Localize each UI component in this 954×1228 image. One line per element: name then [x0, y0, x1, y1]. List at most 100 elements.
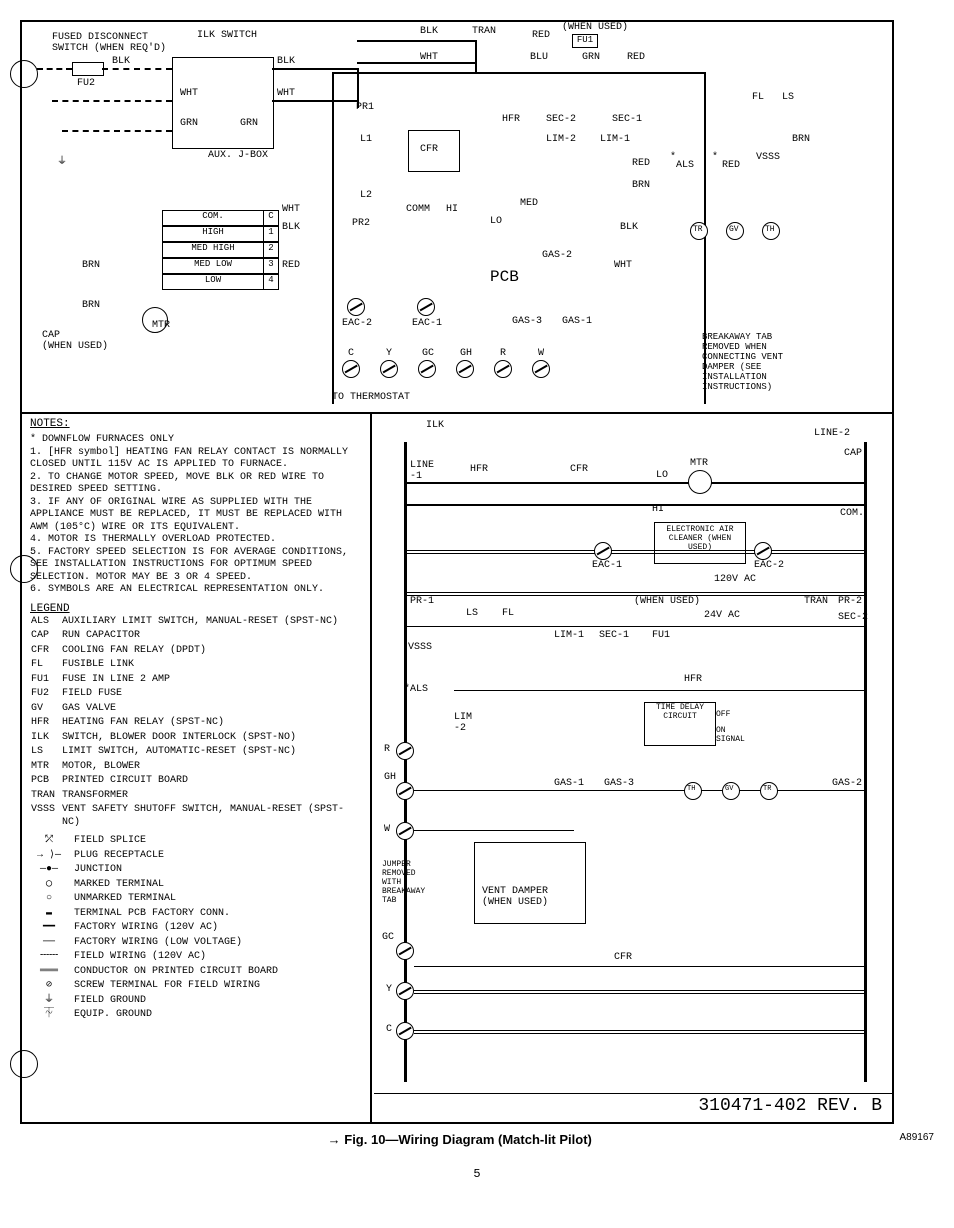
label-c: C: [386, 1024, 392, 1035]
note-1: 1. [HFR symbol] HEATING FAN RELAY CONTAC…: [30, 447, 362, 472]
label-grn: GRN: [582, 52, 600, 63]
label-gas3: GAS-3: [512, 316, 542, 327]
label-med: MED: [520, 198, 538, 209]
legend-symbols: ⤱FIELD SPLICE → ⟩—PLUG RECEPTACLE —●—JUN…: [30, 834, 284, 1023]
label-lim1: LIM-1: [600, 134, 630, 145]
label-fu1: FU1: [652, 630, 670, 641]
label-eac2: EAC-2: [754, 560, 784, 571]
label-fl: FL: [752, 92, 764, 103]
label-w: W: [538, 348, 544, 359]
label-vsss: VSSS: [408, 642, 432, 653]
label-star: *: [712, 152, 718, 163]
label-cfr2: CFR: [614, 952, 632, 963]
label-gas2: GAS-2: [542, 250, 572, 261]
label-brn: BRN: [792, 134, 810, 145]
notes-panel: NOTES: * DOWNFLOW FURNACES ONLY 1. [HFR …: [22, 412, 372, 1122]
label-grn: GRN: [240, 118, 258, 129]
label-tr: TR: [763, 785, 771, 793]
label-cfr: CFR: [570, 464, 588, 475]
speed-low: LOW: [162, 274, 264, 290]
label-tran: TRAN: [804, 596, 828, 607]
speed-com: COM.: [162, 210, 264, 226]
label-wht: WHT: [614, 260, 632, 271]
sym-factory-lv: ──: [30, 936, 73, 951]
label-y: Y: [386, 984, 392, 995]
label-r: R: [500, 348, 506, 359]
label-grn: GRN: [180, 118, 198, 129]
label-als: ALS: [676, 160, 694, 171]
label-when-used: (WHEN USED): [634, 596, 700, 607]
label-c: C: [348, 348, 354, 359]
label-red: RED: [632, 158, 650, 169]
label-24v: 24V AC: [704, 610, 740, 621]
terminal-eac2: [347, 298, 365, 316]
label-cap: CAP: [844, 448, 862, 459]
label-wht: WHT: [277, 88, 295, 99]
label-ilk: ILK: [426, 420, 444, 431]
rail-line2: [864, 442, 867, 1082]
label-als: *ALS: [404, 684, 428, 695]
sym-field-120v: ╌╌╌: [30, 950, 73, 965]
fuse-fu1: FU1: [572, 34, 598, 48]
label-w: W: [384, 824, 390, 835]
label-th: TH: [687, 785, 695, 793]
label-tr: TR: [693, 225, 703, 234]
term-y: [396, 982, 414, 1000]
term-1: 1: [263, 226, 279, 242]
ladder-schematic: ILK LINE-2 LINE -1 CAP HFR CFR MTR LO HI…: [374, 412, 892, 1122]
label-hi: HI: [652, 504, 664, 515]
label-r: R: [384, 744, 390, 755]
label-mtr: MTR: [690, 458, 708, 469]
label-brn: BRN: [632, 180, 650, 191]
sym-field-ground: ⏚: [30, 994, 73, 1009]
label-sec2: SEC-2: [546, 114, 576, 125]
sym-plug-receptacle: → ⟩—: [30, 849, 73, 864]
term-gc: [396, 942, 414, 960]
label-blu: BLU: [530, 52, 548, 63]
page-number: 5: [20, 1167, 934, 1181]
label-hi: HI: [446, 204, 458, 215]
label-vent-damper: VENT DAMPER (WHEN USED): [482, 886, 548, 908]
terminal-gh: [456, 360, 474, 378]
time-delay-box: TIME DELAY CIRCUIT: [644, 702, 716, 746]
label-line1: LINE -1: [410, 460, 434, 482]
label-ls: LS: [466, 608, 478, 619]
sym-junction: —●—: [30, 863, 73, 878]
aux-jbox: [172, 57, 274, 149]
sym-field-splice: ⤱: [30, 834, 73, 849]
term-r: [396, 742, 414, 760]
label-hfr: HFR: [502, 114, 520, 125]
label-ls: LS: [782, 92, 794, 103]
speed-high: HIGH: [162, 226, 264, 242]
label-ilk-switch: ILK SWITCH: [197, 30, 257, 41]
label-120v: 120V AC: [714, 574, 756, 585]
label-blk: BLK: [420, 26, 438, 37]
term-eac1: [594, 542, 612, 560]
note-6: 6. SYMBOLS ARE AN ELECTRICAL REPRESENTAT…: [30, 584, 362, 597]
sym-equip-ground: ⏇: [30, 1008, 73, 1023]
note-4: 4. MOTOR IS THERMALLY OVERLOAD PROTECTED…: [30, 534, 362, 547]
figure-caption: → Fig. 10—Wiring Diagram (Match-lit Pilo…: [20, 1132, 934, 1147]
label-brn: BRN: [82, 300, 100, 311]
label-blk: BLK: [277, 56, 295, 67]
label-pr1: PR-1: [410, 596, 434, 607]
label-jumper-removed: JUMPER REMOVED WITH BREAKAWAY TAB: [382, 860, 425, 905]
label-fu2: FU2: [77, 78, 95, 89]
label-y: Y: [386, 348, 392, 359]
label-cap: CAP (WHEN USED): [42, 330, 108, 352]
term-3: 3: [263, 258, 279, 274]
notes-title: NOTES:: [30, 418, 362, 430]
label-to-thermostat: TO THERMOSTAT: [332, 392, 410, 403]
term-eac2: [754, 542, 772, 560]
terminal-c: [342, 360, 360, 378]
label-wht: WHT: [180, 88, 198, 99]
field-ground-icon: ⏚: [57, 152, 67, 168]
label-when-used: (WHEN USED): [562, 22, 628, 33]
label-brn: BRN: [82, 260, 100, 271]
wiring-diagram-page: FUSED DISCONNECT SWITCH (WHEN REQ'D) ILK…: [20, 20, 894, 1124]
label-com: COM.: [202, 211, 224, 221]
sym-factory-120v: ━━: [30, 921, 73, 936]
label-blk: BLK: [620, 222, 638, 233]
sym-marked-terminal: ◯: [30, 878, 73, 893]
label-blk: BLK: [282, 222, 300, 233]
